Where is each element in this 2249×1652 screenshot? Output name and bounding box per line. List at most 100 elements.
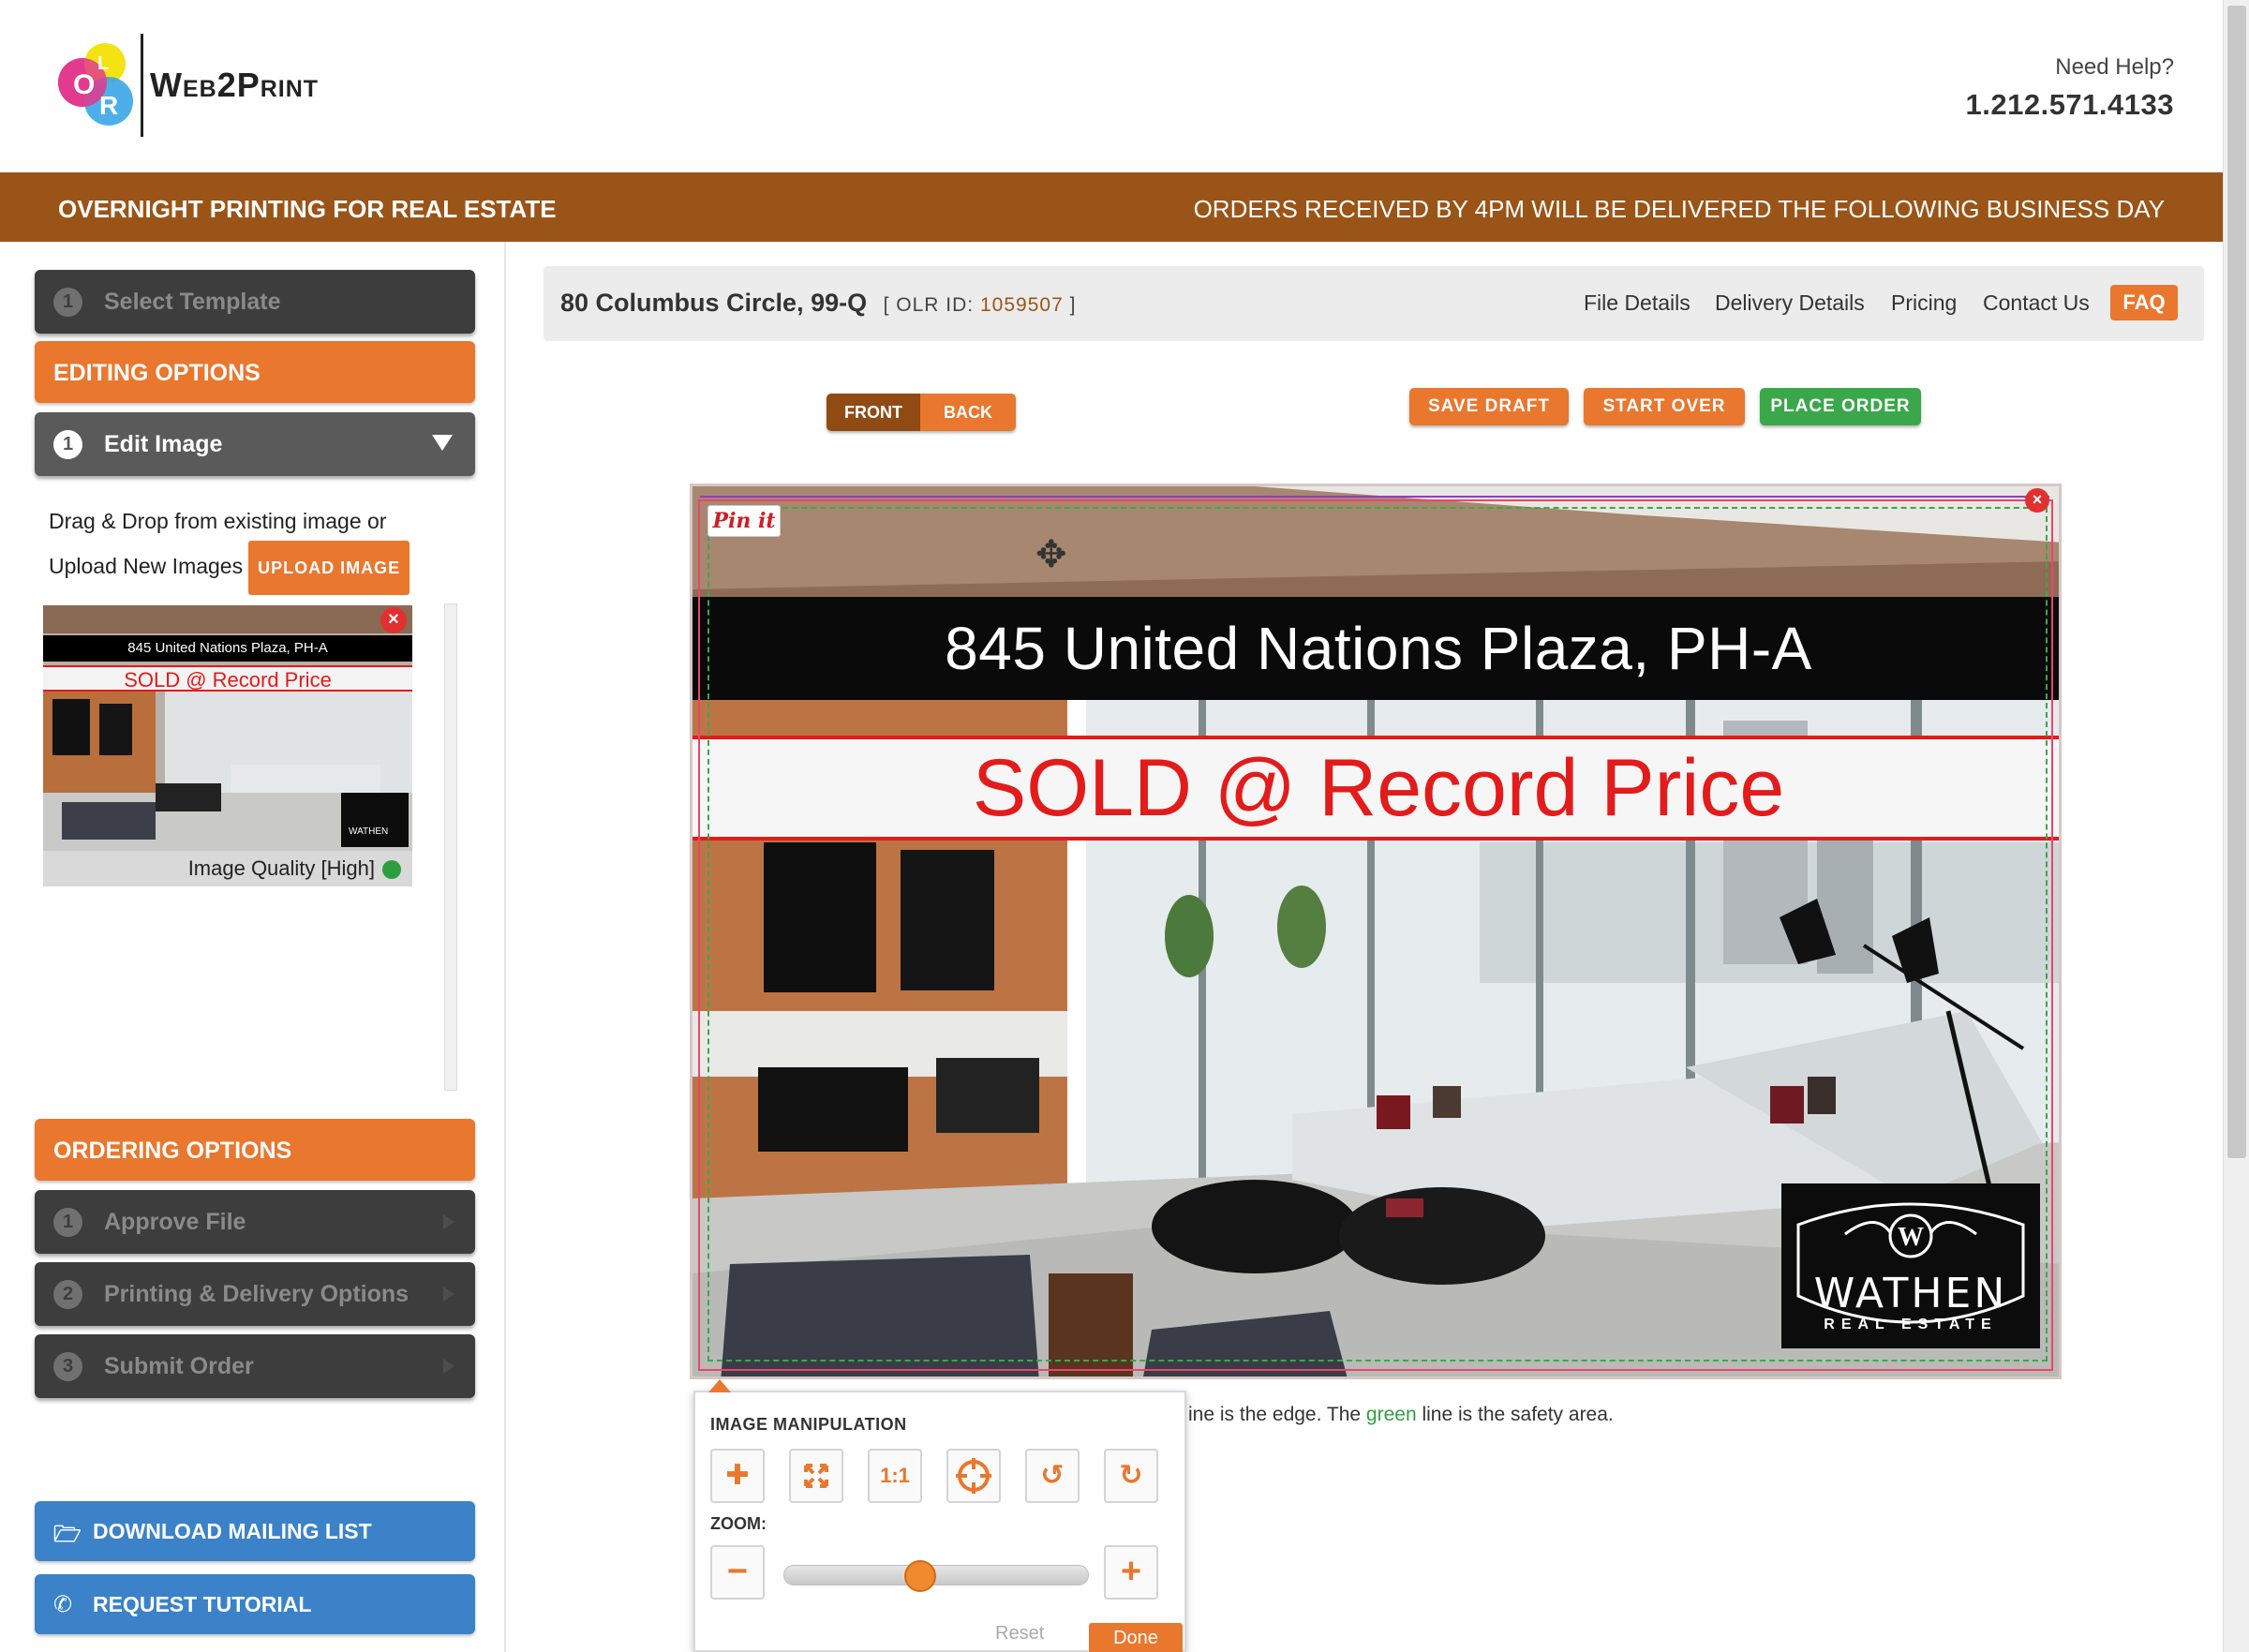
move-icon[interactable]: ✚	[710, 1449, 765, 1503]
zoom-in-button[interactable]: +	[1104, 1545, 1158, 1600]
listing-title-banner[interactable]: 845 United Nations Plaza, PH-A	[693, 597, 2059, 700]
wathen-sub: REAL ESTATE	[1824, 1317, 1998, 1332]
address-text: 80 Columbus Circle, 99-Q	[560, 289, 868, 317]
logo-divider	[141, 34, 143, 137]
drag-drop-instructions: Drag & Drop from existing image or Uploa…	[49, 501, 410, 595]
chevron-right-icon	[443, 1287, 454, 1302]
save-draft-button[interactable]: SAVE DRAFT	[1409, 388, 1569, 425]
wathen-name: WATHEN	[1813, 1270, 2008, 1317]
svg-text:R: R	[99, 91, 118, 120]
download-label: DOWNLOAD MAILING LIST	[93, 1519, 372, 1543]
step-number: 2	[53, 1280, 82, 1309]
panel-pointer	[708, 1379, 731, 1392]
front-back-toggle: FRONT BACK	[827, 394, 1016, 431]
drag-text-label: Upload New Images	[49, 554, 244, 579]
step-number: 1	[53, 1208, 82, 1237]
remove-thumbnail-icon[interactable]: ×	[380, 607, 407, 633]
link-file-details[interactable]: File Details	[1584, 290, 1690, 316]
request-tutorial-button[interactable]: ✆ REQUEST TUTORIAL	[35, 1574, 475, 1634]
folder-icon: 🗁	[53, 1522, 82, 1547]
page-scrollbar[interactable]	[2223, 0, 2249, 1652]
info-band: OVERNIGHT PRINTING FOR REAL ESTATE ORDER…	[0, 172, 2223, 242]
quality-status-icon	[382, 860, 401, 879]
front-button[interactable]: FRONT	[827, 394, 920, 431]
center-icon[interactable]	[946, 1449, 1001, 1503]
step-number: 3	[53, 1352, 82, 1381]
order-toolbar: 80 Columbus Circle, 99-Q [ OLR ID: 10595…	[544, 266, 2204, 341]
note-green: green	[1365, 1404, 1417, 1425]
drag-text-line2: Upload New Images UPLOAD IMAGE	[49, 541, 410, 595]
olr-id: [ OLR ID: 1059507 ]	[884, 294, 1077, 316]
order-address: 80 Columbus Circle, 99-Q [ OLR ID: 10595…	[560, 289, 1076, 318]
step-label: Select Template	[104, 289, 281, 315]
band-tagline: OVERNIGHT PRINTING FOR REAL ESTATE	[58, 195, 557, 223]
tutorial-label: REQUEST TUTORIAL	[93, 1592, 312, 1616]
step-label: Printing & Delivery Options	[104, 1281, 410, 1307]
image-thumbnail[interactable]: 845 United Nations Plaza, PH-A SOLD @ Re…	[43, 605, 412, 886]
sold-banner[interactable]: SOLD @ Record Price	[693, 736, 2059, 841]
svg-text:O: O	[73, 69, 95, 100]
upload-image-button[interactable]: UPLOAD IMAGE	[248, 541, 410, 595]
move-cursor-icon: ✥	[1035, 534, 1067, 575]
faq-button[interactable]: FAQ	[2110, 285, 2178, 320]
thumbnail-preview[interactable]: 845 United Nations Plaza, PH-A SOLD @ Re…	[43, 605, 412, 851]
step-approve-file[interactable]: 1 Approve File	[35, 1190, 475, 1254]
pin-it-button[interactable]: Pin it	[707, 505, 781, 537]
step-edit-image[interactable]: 1 Edit Image	[35, 412, 475, 476]
page-scrollbar-thumb[interactable]	[2227, 6, 2246, 1158]
download-mailing-list-button[interactable]: 🗁 DOWNLOAD MAILING LIST	[35, 1501, 475, 1561]
zoom-slider-handle[interactable]	[904, 1560, 936, 1592]
olr-id-value: 1059507	[980, 294, 1064, 316]
sidebar: 1 Select Template EDITING OPTIONS 1 Edit…	[0, 242, 506, 1652]
done-button[interactable]: Done	[1089, 1623, 1183, 1652]
link-delivery-details[interactable]: Delivery Details	[1715, 290, 1865, 316]
step-printing-delivery[interactable]: 2 Printing & Delivery Options	[35, 1262, 475, 1326]
note-pre: ine is the edge. The	[1188, 1404, 1366, 1425]
wathen-logo[interactable]: W WATHEN REAL ESTATE	[1781, 1183, 2040, 1348]
design-canvas[interactable]: 845 United Nations Plaza, PH-A SOLD @ Re…	[690, 484, 2062, 1379]
phone-icon: ✆	[53, 1592, 73, 1617]
thumbnail-subtitle: SOLD @ Record Price	[43, 665, 412, 692]
help-question: Need Help?	[2055, 54, 2174, 80]
fit-icon[interactable]	[789, 1449, 843, 1503]
chevron-down-icon	[432, 435, 453, 451]
thumbnail-title: 845 United Nations Plaza, PH-A	[43, 635, 412, 662]
rotate-right-icon[interactable]: ↻	[1104, 1449, 1158, 1503]
editing-options-header: EDITING OPTIONS	[35, 341, 475, 403]
thumbnail-scrollbar[interactable]	[444, 603, 457, 1091]
site-header: O L R Web2Print Need Help? 1.212.571.413…	[0, 0, 2249, 172]
drag-text-line1: Drag & Drop from existing image or	[49, 509, 387, 533]
canvas-legend-note: ine is the edge. The green line is the s…	[1188, 1404, 1614, 1426]
actual-size-icon[interactable]: 1:1	[868, 1449, 922, 1503]
back-button[interactable]: BACK	[920, 394, 1016, 431]
rotate-left-icon[interactable]: ↺	[1025, 1449, 1080, 1503]
panel-title: IMAGE MANIPULATION	[710, 1415, 907, 1434]
close-icon[interactable]: ×	[2025, 488, 2049, 513]
help-box: Need Help? 1.212.571.4133	[1966, 54, 2175, 122]
image-quality-label: Image Quality [High]	[187, 856, 375, 880]
step-label: Edit Image	[104, 431, 223, 457]
panel-footer: Reset Done	[695, 1623, 1184, 1652]
image-manipulation-panel: IMAGE MANIPULATION ✚ 1:1 ↺ ↻ ZOOM: − + R…	[693, 1379, 1186, 1652]
step-label: Approve File	[104, 1209, 246, 1235]
step-submit-order[interactable]: 3 Submit Order	[35, 1334, 475, 1398]
thumbnail-logo: WATHEN	[349, 826, 389, 837]
step-select-template[interactable]: 1 Select Template	[35, 270, 475, 334]
link-contact-us[interactable]: Contact Us	[1983, 290, 2090, 316]
chevron-right-icon	[443, 1359, 454, 1374]
zoom-out-button[interactable]: −	[710, 1545, 765, 1600]
step-label: Submit Order	[104, 1353, 254, 1379]
chevron-right-icon	[443, 1214, 454, 1229]
reset-button[interactable]: Reset	[995, 1623, 1044, 1645]
zoom-label: ZOOM:	[710, 1514, 767, 1533]
olr-label: [ OLR ID:	[883, 294, 975, 316]
band-delivery-note: ORDERS RECEIVED BY 4PM WILL BE DELIVERED…	[1193, 195, 2165, 223]
link-pricing[interactable]: Pricing	[1891, 290, 1957, 316]
fit-arrows-icon	[804, 1464, 828, 1488]
svg-text:L: L	[97, 53, 109, 74]
zoom-slider[interactable]	[783, 1560, 1089, 1592]
help-phone[interactable]: 1.212.571.4133	[1966, 88, 2175, 122]
start-over-button[interactable]: START OVER	[1584, 388, 1745, 425]
ordering-options-header: ORDERING OPTIONS	[35, 1119, 475, 1181]
place-order-button[interactable]: PLACE ORDER	[1760, 388, 1921, 425]
